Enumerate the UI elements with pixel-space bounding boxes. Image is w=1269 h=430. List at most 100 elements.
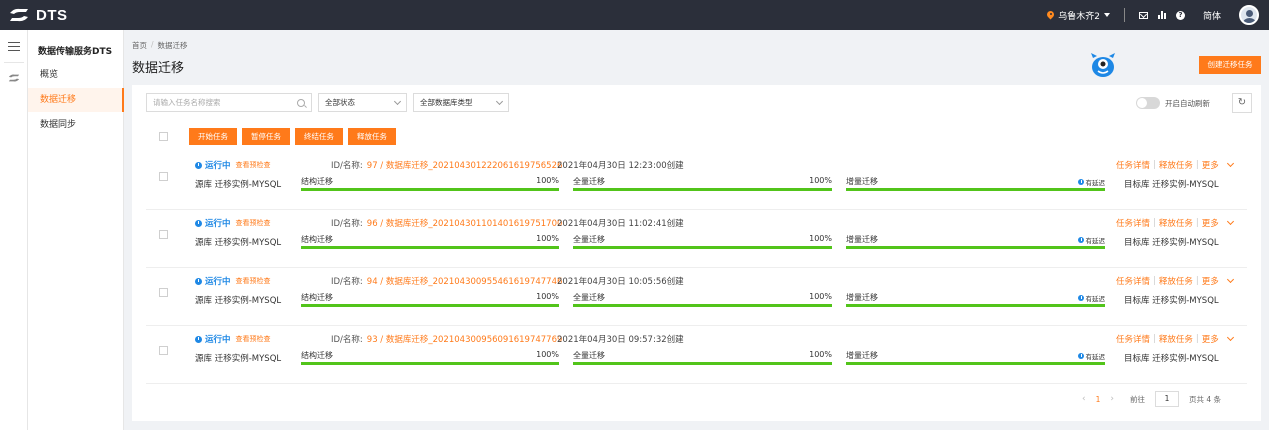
phase-label: 结构迁移 (301, 293, 333, 302)
more-actions-link[interactable]: 更多 (1202, 217, 1219, 229)
task-checkbox[interactable] (159, 172, 168, 181)
user-avatar-icon[interactable] (1239, 5, 1259, 25)
id-name-label: ID/名称: (331, 335, 363, 345)
chart-icon[interactable] (1157, 11, 1166, 19)
hamburger-menu-icon[interactable] (8, 42, 20, 51)
chevron-down-icon[interactable] (1226, 333, 1234, 342)
task-row: 运行中 查看预检查 ID/名称: 96 / 数据库迁移_202104301101401… (146, 210, 1247, 268)
mail-icon[interactable] (1138, 11, 1148, 19)
menu-item-sync[interactable]: 数据同步 (28, 113, 124, 137)
release-task-link[interactable]: 释放任务 (1159, 275, 1193, 287)
task-actions: 任务详情 | 释放任务 | 更多 (1116, 275, 1234, 287)
task-checkbox[interactable] (159, 288, 168, 297)
progress-fill (846, 246, 1105, 249)
action-separator: | (1153, 160, 1156, 170)
task-detail-link[interactable]: 任务详情 (1116, 275, 1150, 287)
refresh-button[interactable]: ↻ (1232, 93, 1252, 113)
region-selector[interactable]: 乌鲁木齐2 (1047, 9, 1110, 22)
task-name-link[interactable]: 96 / 数据库迁移_20210430110140161975170​0 (367, 217, 563, 229)
chevron-down-icon[interactable] (1226, 217, 1234, 226)
more-actions-link[interactable]: 更多 (1202, 333, 1219, 345)
prev-page-button[interactable]: ‹ (1082, 394, 1086, 404)
task-checkbox[interactable] (159, 230, 168, 239)
goto-label: 前往 (1130, 394, 1145, 404)
source-db: 源库 迁移实例-MYSQL (195, 178, 281, 190)
search-icon[interactable] (297, 98, 305, 107)
breadcrumb-home[interactable]: 首页 (132, 40, 147, 51)
task-name-link[interactable]: 94 / 数据库迁移_20210430095546161974774​6 (367, 275, 563, 287)
logo[interactable]: DTS (8, 7, 68, 24)
view-precheck-link[interactable]: 查看预检查 (236, 334, 271, 344)
view-precheck-link[interactable]: 查看预检查 (236, 160, 271, 170)
view-precheck-link[interactable]: 查看预检查 (236, 276, 271, 286)
release-task-link[interactable]: 释放任务 (1159, 333, 1193, 345)
dts-logo-icon (10, 8, 28, 22)
start-task-button[interactable]: 开始任务 (189, 128, 237, 145)
target-prefix: 目标库 (1124, 296, 1150, 306)
created-time: 2021年04月30日 09:57:32创建 (557, 335, 684, 345)
side-menu: 数据传输服务DTS 概览 数据迁移 数据同步 (28, 30, 124, 430)
auto-refresh-toggle[interactable] (1136, 97, 1160, 109)
phase-percent: 100% (809, 176, 832, 185)
phase-structure: 结构迁移 100% (301, 292, 559, 307)
search-box[interactable] (146, 93, 312, 112)
task-actions: 任务详情 | 释放任务 | 更多 (1116, 159, 1234, 171)
id-name-label: ID/名称: (331, 277, 363, 287)
dts-service-icon[interactable] (7, 74, 21, 82)
phase-incremental: 增量迁移 有延迟 (846, 234, 1105, 249)
menu-item-migration[interactable]: 数据迁移 (28, 88, 124, 112)
release-task-button[interactable]: 释放任务 (348, 128, 396, 145)
more-actions-link[interactable]: 更多 (1202, 159, 1219, 171)
task-detail-link[interactable]: 任务详情 (1116, 159, 1150, 171)
created-time: 2021年04月30日 10:05:56创建 (557, 277, 684, 287)
task-checkbox[interactable] (159, 346, 168, 355)
more-actions-link[interactable]: 更多 (1202, 275, 1219, 287)
search-input[interactable] (153, 98, 293, 107)
progress-track (301, 246, 559, 249)
auto-refresh: 开启自动刷新 (1136, 97, 1210, 109)
chevron-down-icon[interactable] (1226, 275, 1234, 284)
phase-percent: 100% (536, 350, 559, 359)
release-task-link[interactable]: 释放任务 (1159, 217, 1193, 229)
task-name-link[interactable]: 93 / 数据库迁移_20210430095609161974776​9 (367, 333, 563, 345)
menu-item-overview[interactable]: 概览 (28, 63, 124, 87)
release-task-link[interactable]: 释放任务 (1159, 159, 1193, 171)
task-status: 运行中 查看预检查 (195, 159, 271, 171)
icon-rail (0, 30, 28, 430)
status-select[interactable]: 全部状态 (318, 93, 407, 112)
source-db: 源库 迁移实例-MYSQL (195, 352, 281, 364)
target-prefix: 目标库 (1124, 238, 1150, 248)
source-db: 源库 迁移实例-MYSQL (195, 294, 281, 306)
page-number-current[interactable]: 1 (1096, 395, 1101, 404)
phase-label: 结构迁移 (301, 351, 333, 360)
db-type-select[interactable]: 全部数据库类型 (413, 93, 509, 112)
view-precheck-link[interactable]: 查看预检查 (236, 218, 271, 228)
task-detail-link[interactable]: 任务详情 (1116, 217, 1150, 229)
progress-fill (573, 188, 832, 191)
phase-label: 结构迁移 (301, 177, 333, 186)
pause-task-button[interactable]: 暂停任务 (242, 128, 290, 145)
target-instance: 迁移实例-MYSQL (1152, 238, 1219, 248)
status-text: 运行中 (205, 335, 231, 345)
terminate-task-button[interactable]: 终结任务 (295, 128, 343, 145)
progress-track (301, 362, 559, 365)
progress-fill (301, 304, 559, 307)
task-name-link[interactable]: 97 / 数据库迁移_20210430122206161975652​6 (367, 159, 563, 171)
create-migration-task-button[interactable]: 创建迁移任务 (1199, 56, 1261, 74)
task-detail-link[interactable]: 任务详情 (1116, 333, 1150, 345)
select-all-checkbox[interactable] (159, 132, 168, 141)
next-page-button[interactable]: › (1110, 394, 1114, 404)
phase-label: 增量迁移 (846, 235, 878, 244)
chevron-down-icon (393, 97, 402, 105)
help-icon[interactable]: ? (1175, 10, 1185, 20)
delay-status-icon (1077, 353, 1084, 359)
task-row: 运行中 查看预检查 ID/名称: 97 / 数据库迁移_202104301222061… (146, 152, 1247, 210)
chevron-down-icon[interactable] (1226, 159, 1234, 168)
language-switch[interactable]: 简体 (1203, 9, 1221, 22)
phase-percent: 100% (536, 176, 559, 185)
progress-track (301, 188, 559, 191)
goto-page-input[interactable]: 1 (1155, 391, 1179, 407)
region-name: 乌鲁木齐2 (1058, 11, 1100, 22)
phase-label: 全量迁移 (573, 351, 605, 360)
progress-fill (301, 362, 559, 365)
